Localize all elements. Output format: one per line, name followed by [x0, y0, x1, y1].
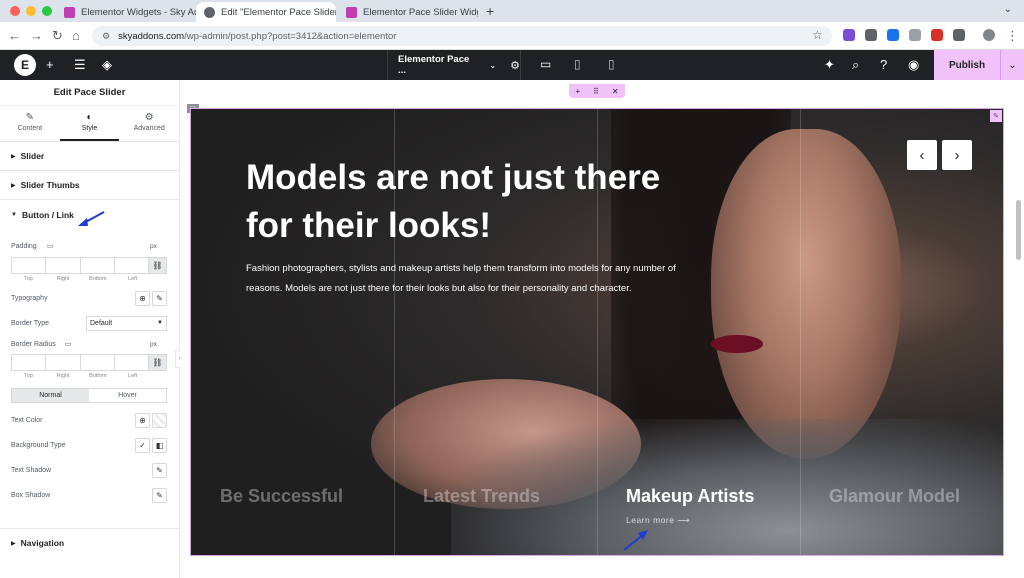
- annotation-arrows: [78, 211, 648, 551]
- annotation-arrowhead: [78, 218, 88, 226]
